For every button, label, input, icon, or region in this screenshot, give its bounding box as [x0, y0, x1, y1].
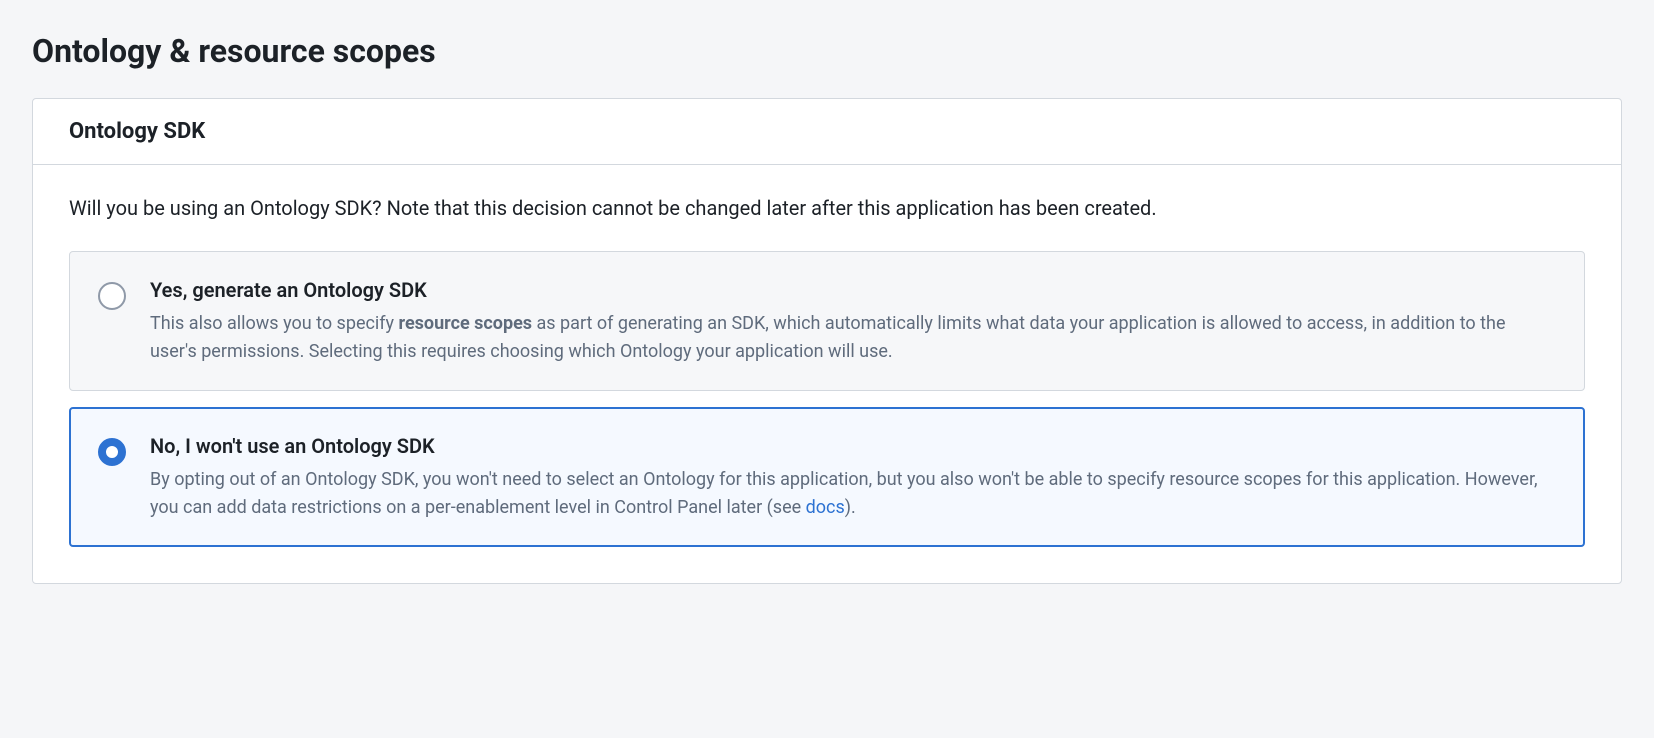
- card-header-title: Ontology SDK: [69, 119, 1585, 144]
- card-header: Ontology SDK: [33, 99, 1621, 165]
- radio-unselected-icon[interactable]: [98, 282, 126, 310]
- desc-text: This also allows you to specify: [150, 313, 399, 334]
- option-content: Yes, generate an Ontology SDK This also …: [150, 276, 1556, 366]
- desc-bold: resource scopes: [399, 313, 533, 334]
- desc-text: ).: [845, 497, 856, 518]
- ontology-sdk-card: Ontology SDK Will you be using an Ontolo…: [32, 98, 1622, 584]
- question-text: Will you be using an Ontology SDK? Note …: [69, 193, 1585, 223]
- option-no-ontology-sdk[interactable]: No, I won't use an Ontology SDK By optin…: [69, 407, 1585, 547]
- option-description: This also allows you to specify resource…: [150, 310, 1556, 366]
- option-description: By opting out of an Ontology SDK, you wo…: [150, 466, 1556, 522]
- radio-selected-icon[interactable]: [98, 438, 126, 466]
- docs-link[interactable]: docs: [806, 497, 845, 518]
- option-title: Yes, generate an Ontology SDK: [150, 276, 1556, 304]
- option-content: No, I won't use an Ontology SDK By optin…: [150, 432, 1556, 522]
- page-title: Ontology & resource scopes: [32, 32, 1622, 70]
- card-body: Will you be using an Ontology SDK? Note …: [33, 165, 1621, 583]
- option-yes-ontology-sdk[interactable]: Yes, generate an Ontology SDK This also …: [69, 251, 1585, 391]
- option-title: No, I won't use an Ontology SDK: [150, 432, 1556, 460]
